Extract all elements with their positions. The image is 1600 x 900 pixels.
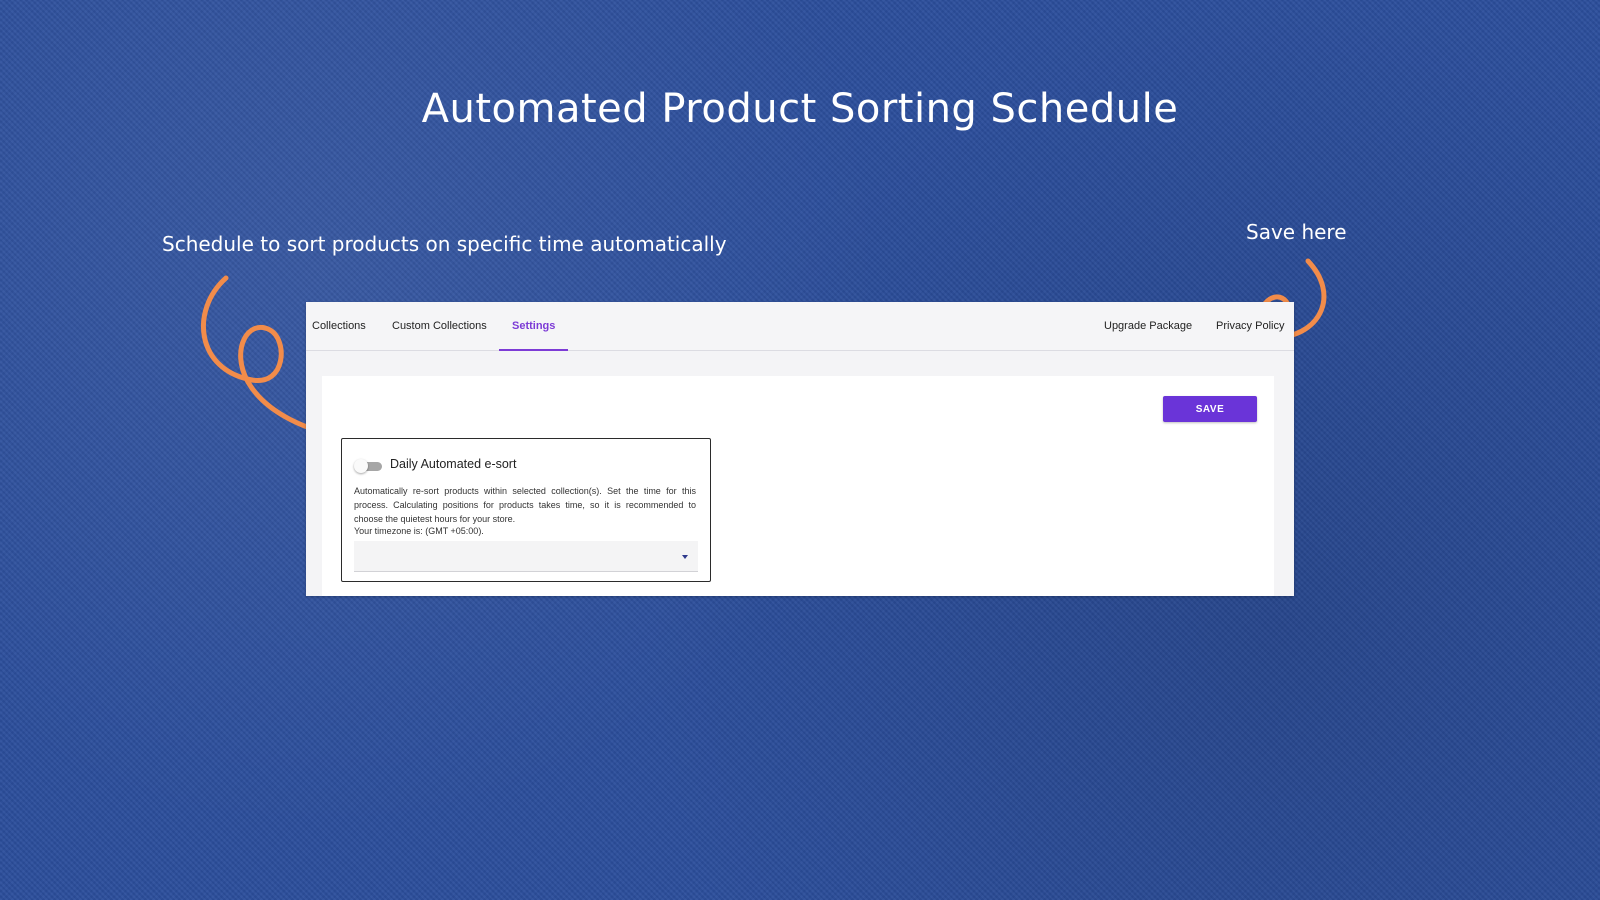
callout-schedule: Schedule to sort products on specific ti… <box>162 232 727 256</box>
tab-custom-collections[interactable]: Custom Collections <box>392 302 487 350</box>
toggle-switch-off-icon <box>354 459 368 473</box>
esort-description: Automatically re-sort products within se… <box>354 486 696 524</box>
app-window: Collections Custom Collections Settings … <box>306 302 1294 596</box>
save-button[interactable]: SAVE <box>1163 396 1257 422</box>
callout-save: Save here <box>1246 220 1347 244</box>
daily-esort-card: Daily Automated e-sort Automatically re-… <box>341 438 711 582</box>
esort-toggle[interactable] <box>354 459 382 473</box>
tab-upgrade-package[interactable]: Upgrade Package <box>1104 302 1192 350</box>
tab-collections[interactable]: Collections <box>312 302 366 350</box>
tab-privacy-policy[interactable]: Privacy Policy <box>1216 302 1284 350</box>
tab-bar: Collections Custom Collections Settings … <box>306 302 1294 351</box>
chevron-down-icon <box>682 555 688 559</box>
settings-panel: SAVE Daily Automated e-sort Automaticall… <box>322 376 1274 596</box>
timezone-text: Your timezone is: (GMT +05:00). <box>354 526 484 536</box>
page-title: Automated Product Sorting Schedule <box>421 86 1179 132</box>
tab-settings[interactable]: Settings <box>498 302 569 351</box>
esort-title: Daily Automated e-sort <box>390 457 517 471</box>
time-select[interactable] <box>354 541 698 572</box>
